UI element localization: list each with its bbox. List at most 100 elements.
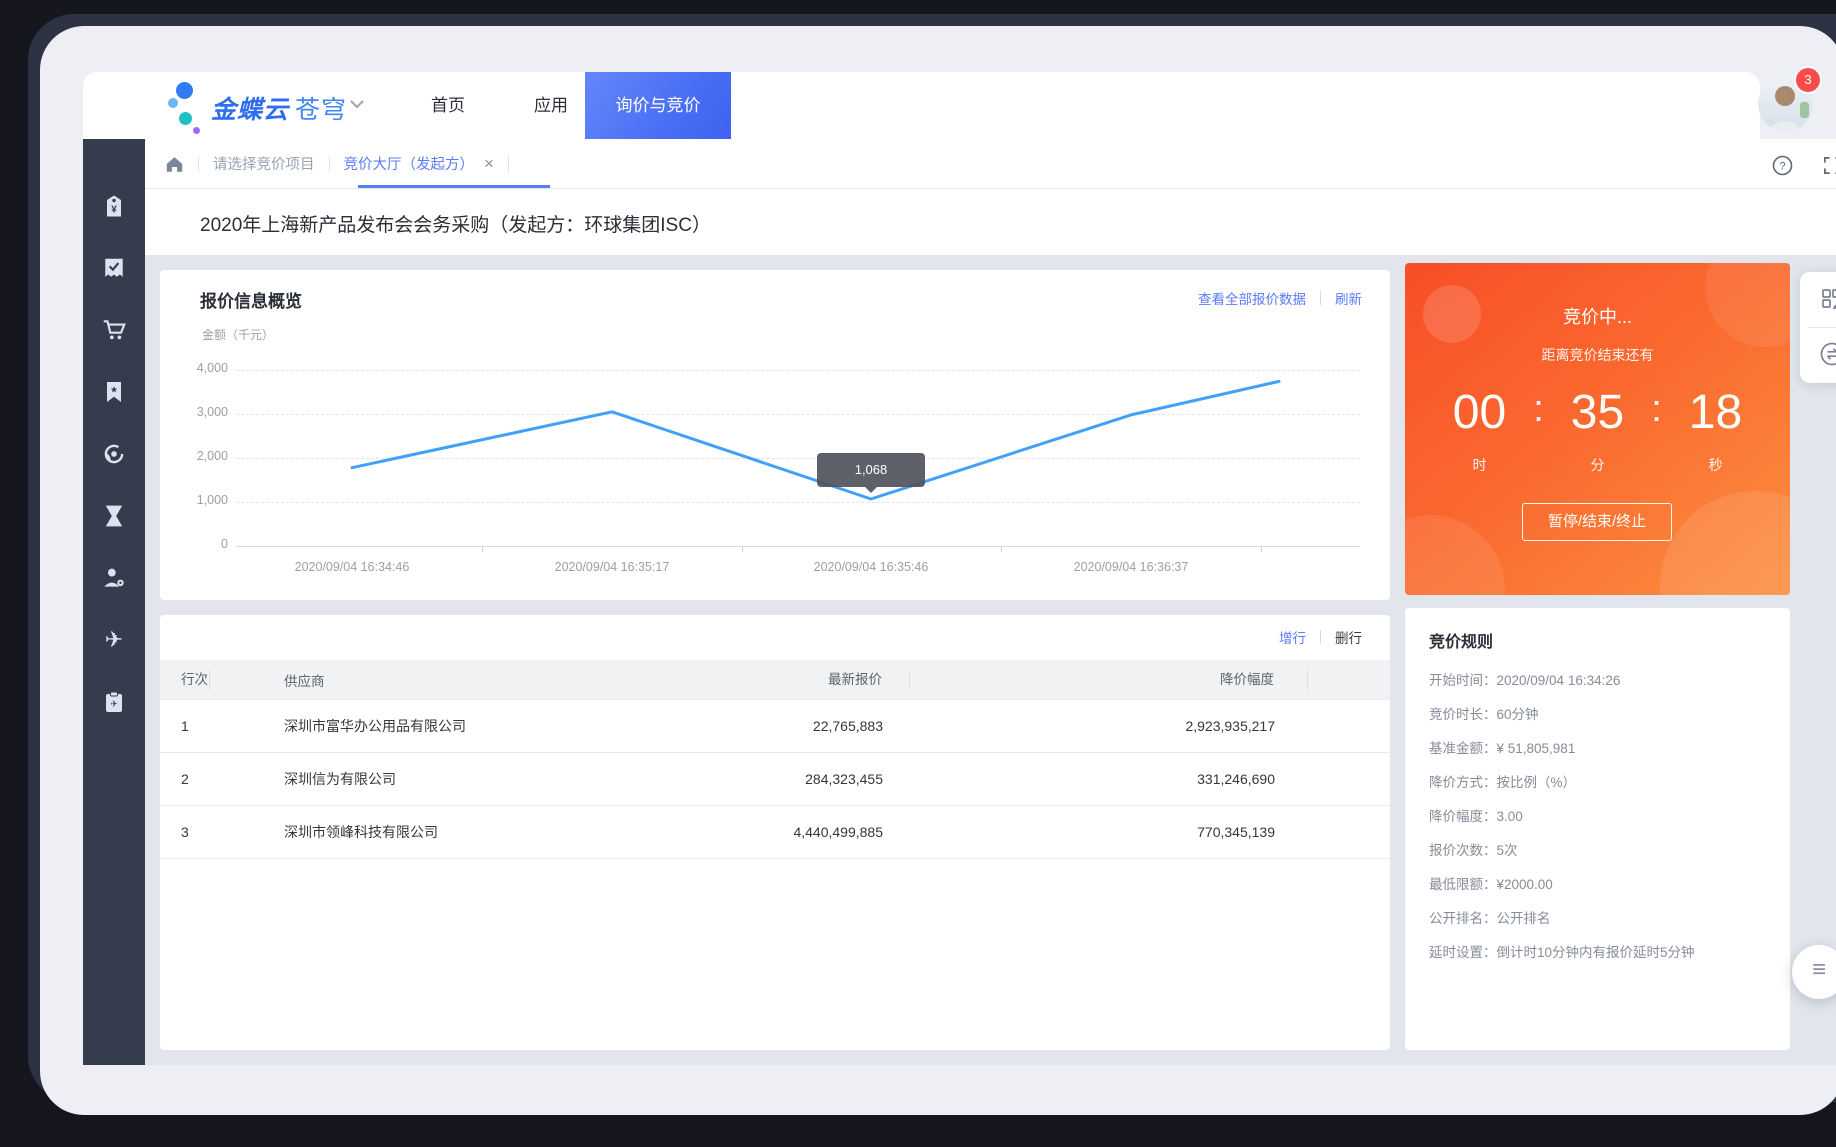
rule-bid-times: 报价次数：5次 [1429,834,1766,868]
suppliers-table-card: 增行 删行 行次 供应商 最新报价 降价幅度 1 深圳市富华办公用品有限公司 2… [160,615,1390,1050]
tooltip-value: 1,068 [855,462,888,477]
table-links: 增行 删行 [1279,627,1362,647]
divider [1320,630,1321,644]
page-title: 2020年上海新产品发布会会务采购（发起方：环球集团ISC） [200,210,711,237]
auction-status: 竞价中... [1405,303,1790,329]
cell-row-no: 1 [160,718,210,734]
svg-text:¥: ¥ [111,205,117,216]
sidebar-item-travel-orders[interactable]: ✈ [83,671,145,733]
sidebar-item-sourcing[interactable] [83,423,145,485]
divider [329,156,330,172]
rule-reduce-method: 降价方式：按比例（%） [1429,766,1766,800]
chevron-down-icon[interactable] [350,100,364,109]
sidebar-item-pending[interactable] [83,485,145,547]
brand-name: 金蝶云 [211,96,289,124]
table-header-row: 行次 供应商 最新报价 降价幅度 [160,660,1390,700]
colon: : [1525,388,1553,437]
rule-duration: 竞价时长：60分钟 [1429,698,1766,732]
cell-latest-bid: 22,765,883 [560,718,910,734]
ribbon-check-icon [102,256,126,280]
tab-bid-hall[interactable]: 竞价大厅（发起方） × [344,153,494,174]
svg-text:✈: ✈ [110,699,118,709]
nav-item-inquiry-bidding[interactable]: 询价与竞价 [585,72,731,139]
hours-value: 00 [1435,385,1525,440]
cell-reduction: 770,345,139 [910,824,1308,840]
notification-badge: 3 [1794,66,1822,94]
svg-text:?: ? [1779,161,1785,173]
plane-icon: ✈ [105,628,123,653]
cart-icon [101,317,127,343]
cell-reduction: 2,923,935,217 [910,718,1308,734]
cell-supplier: 深圳信为有限公司 [210,769,560,789]
swap-icon[interactable] [1810,332,1836,376]
side-tools-panel [1800,272,1836,383]
table-row[interactable]: 3 深圳市领峰科技有限公司 4,440,499,885 770,345,139 [160,806,1390,859]
sidebar-item-favorites[interactable]: ★ [83,361,145,423]
cell-row-no: 2 [160,771,210,787]
sidebar-item-procurement[interactable] [83,299,145,361]
countdown-subtitle: 距离竞价结束还有 [1405,345,1790,365]
col-header-supplier: 供应商 [210,670,560,690]
chart-tooltip: 1,068 [817,453,925,487]
rule-start-time: 开始时间：2020/09/04 16:34:26 [1429,664,1766,698]
table-row[interactable]: 2 深圳信为有限公司 284,323,455 331,246,690 [160,753,1390,806]
pause-end-terminate-button[interactable]: 暂停/结束/终止 [1522,503,1672,541]
nav-item-apps[interactable]: 应用 [506,72,596,139]
close-icon[interactable]: × [484,154,494,174]
unit-seconds: 秒 [1671,455,1761,475]
cell-reduction: 331,246,690 [910,771,1308,787]
suppliers-table: 行次 供应商 最新报价 降价幅度 1 深圳市富华办公用品有限公司 22,765,… [160,660,1390,859]
hamburger-icon: ≡ [1812,956,1826,983]
divider [198,156,199,172]
sidebar-item-price-tag[interactable]: ¥ [83,175,145,237]
sidebar-item-user-settings[interactable] [83,547,145,609]
table-row[interactable]: 1 深圳市富华办公用品有限公司 22,765,883 2,923,935,217 [160,700,1390,753]
decor-circle [1405,515,1505,595]
help-icon[interactable]: ? [1772,155,1793,176]
unit-hours: 时 [1435,455,1525,475]
nav-item-home[interactable]: 首页 [403,72,493,139]
divider [508,156,509,172]
cell-supplier: 深圳市富华办公用品有限公司 [210,716,560,736]
hourglass-icon [103,504,125,528]
active-tab-underline [358,185,550,188]
rules-title: 竞价规则 [1429,628,1766,652]
seconds-value: 18 [1671,385,1761,440]
col-header-latest-bid: 最新报价 [560,670,910,690]
auction-countdown-card: 竞价中... 距离竞价结束还有 00 : 35 : 18 时 分 秒 暂停/结束… [1405,263,1790,595]
countdown-units: 时 分 秒 [1405,455,1790,475]
user-gear-icon [101,565,127,591]
colon: : [1643,388,1671,437]
content-area: 报价信息概览 查看全部报价数据 刷新 金额（千元） 4,000 3,000 2,… [145,255,1836,1065]
app-window: 金蝶云苍穹 首页 应用 询价与竞价 3 请选择竞价项目 竞价大厅（发起方） × … [40,26,1836,1115]
cell-latest-bid: 284,323,455 [560,771,910,787]
rule-min-limit: 最低限额：¥2000.00 [1429,868,1766,902]
layout-edit-icon[interactable] [1810,277,1836,321]
fullscreen-icon[interactable] [1822,155,1836,176]
auction-rules-card: 竞价规则 开始时间：2020/09/04 16:34:26 竞价时长：60分钟 … [1405,608,1790,1050]
yen-tag-icon: ¥ [102,194,126,218]
sidebar-item-approval[interactable] [83,237,145,299]
brand-logo[interactable]: 金蝶云苍穹 [211,90,347,126]
cell-supplier: 深圳市领峰科技有限公司 [210,822,560,842]
add-row-link[interactable]: 增行 [1279,627,1306,647]
kingdee-logo-icon [168,82,204,130]
rule-base-amount: 基准金额：¥ 51,805,981 [1429,732,1766,766]
cell-row-no: 3 [160,824,210,840]
brand-suite: 苍穹 [295,96,347,124]
rule-public-ranking: 公开排名：公开排名 [1429,902,1766,936]
page-header: 2020年上海新产品发布会会务采购（发起方：环球集团ISC） [145,189,1836,255]
app-sidebar: ¥ ★ ✈ ✈ [83,139,145,1065]
tab-strip: 请选择竞价项目 竞价大厅（发起方） × ? [145,139,1836,189]
decor-circle [1660,491,1790,595]
tab-bid-hall-label: 竞价大厅（发起方） [344,153,475,174]
sidebar-item-travel[interactable]: ✈ [83,609,145,671]
svg-text:★: ★ [110,385,118,395]
cell-latest-bid: 4,440,499,885 [560,824,910,840]
top-navbar: 金蝶云苍穹 首页 应用 询价与竞价 [83,72,1760,139]
rule-reduce-range: 降价幅度：3.00 [1429,800,1766,834]
home-icon[interactable] [165,155,184,173]
col-header-row-no: 行次 [160,670,210,690]
breadcrumb-select-project[interactable]: 请选择竞价项目 [213,153,315,174]
delete-row-link[interactable]: 删行 [1335,627,1362,647]
